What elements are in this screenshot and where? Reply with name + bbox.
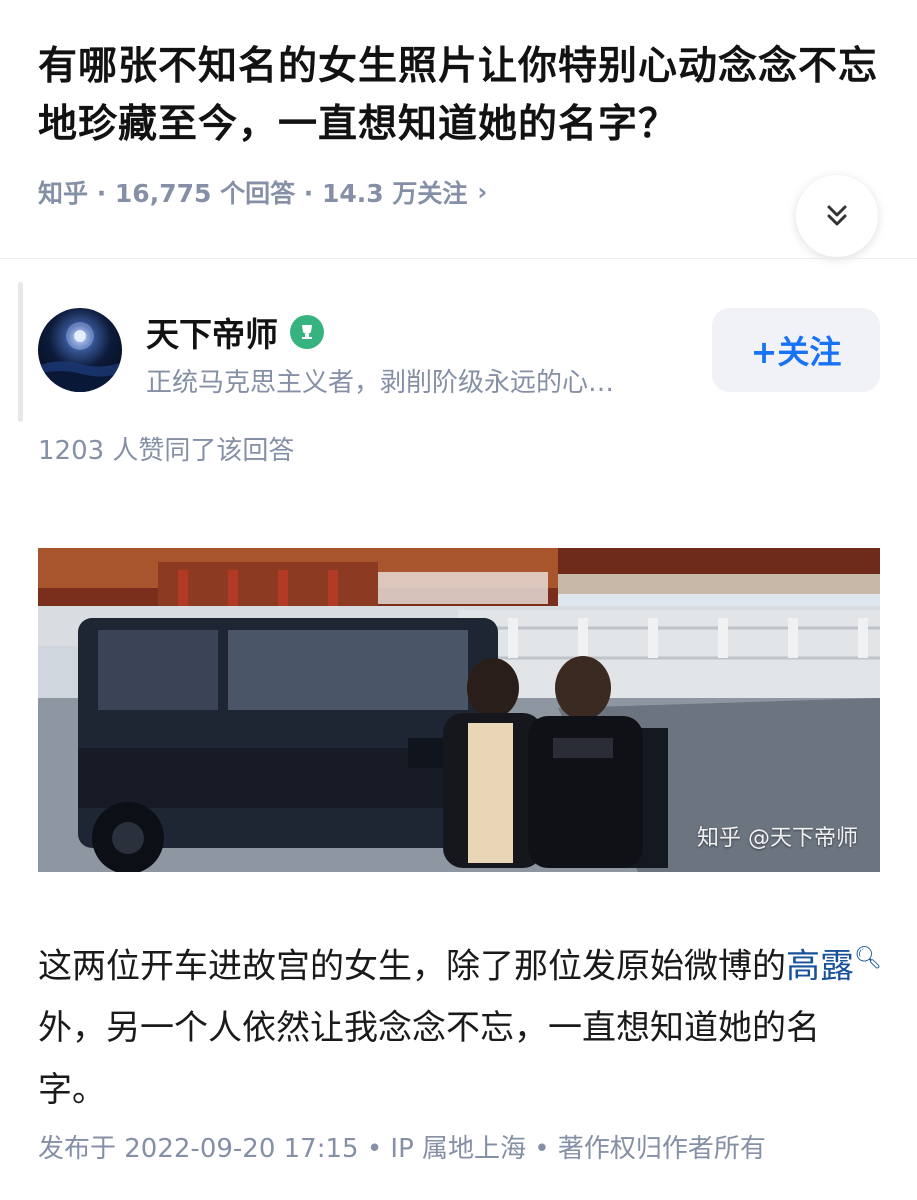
answer-rail [18, 282, 23, 422]
author-name[interactable]: 天下帝师 [146, 308, 324, 356]
follow-button[interactable]: +关注 [712, 308, 880, 392]
achievement-badge-icon [290, 315, 324, 349]
chevron-right-icon: › [477, 178, 488, 206]
avatar[interactable] [38, 308, 122, 392]
question-meta-text: 知乎 · 16,775 个回答 · 14.3 万关注 [38, 179, 468, 208]
post-meta: 发布于 2022-09-20 17:15 • IP 属地上海 • 著作权归作者所… [38, 1134, 766, 1164]
answer-body: 这两位开车进故宫的女生，除了那位发原始微博的高露🔍︎ 外，另一个人依然让我念念不忘… [38, 928, 883, 1121]
question-title[interactable]: 有哪张不知名的女生照片让你特别心动念念不忘地珍藏至今，一直想知道她的名字？ [38, 38, 888, 154]
question-meta[interactable]: 知乎 · 16,775 个回答 · 14.3 万关注 › [38, 174, 487, 210]
answer-text-part-1: 这两位开车进故宫的女生，除了那位发原始微博的 [38, 946, 786, 987]
double-chevron-down-icon [827, 205, 847, 226]
keyword-link[interactable]: 高露 [786, 946, 854, 986]
answer-image[interactable]: 知乎 @天下帝师 [38, 548, 880, 872]
author-bio: 正统马克思主义者，剥削阶级永远的心… [146, 368, 615, 398]
search-icon[interactable]: 🔍︎ [854, 946, 882, 971]
divider [0, 258, 917, 259]
answer-text-part-2: 外，另一个人依然让我念念不忘，一直想知道她的名字。 [38, 1008, 820, 1111]
expand-button[interactable] [796, 175, 878, 257]
image-watermark: 知乎 @天下帝师 [697, 826, 858, 851]
vote-count: 1203 人赞同了该回答 [38, 436, 295, 466]
author-name-text: 天下帝师 [146, 315, 278, 354]
